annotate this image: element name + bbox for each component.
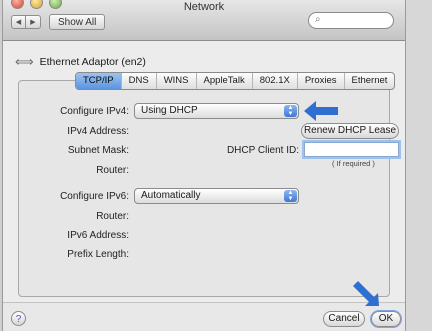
ipv6-address-label: IPv6 Address: [67,230,129,241]
search-icon: ⌕ [315,14,321,25]
cancel-button[interactable]: Cancel [323,311,365,327]
configure-ipv6-popup[interactable]: Automatically ▲ ▼ [134,188,299,204]
dhcp-client-id-label: DHCP Client ID: [226,145,299,156]
network-window: Network ◀ ▶ Show All ⌕ ⟺ Ethernet Adapto… [2,0,406,331]
configure-ipv6-label: Configure IPv6: [60,191,129,202]
renew-dhcp-lease-button[interactable]: Renew DHCP Lease [301,123,399,139]
tab-8021x[interactable]: 802.1X [253,73,298,89]
search-field[interactable]: ⌕ [308,12,394,29]
tab-proxies[interactable]: Proxies [298,73,345,89]
pointer-arrow-icon [353,281,379,306]
background-strip [406,0,432,331]
popup-updown-icon: ▲ ▼ [284,190,297,202]
title-bar: Network ◀ ▶ Show All ⌕ [3,0,405,41]
back-arrow-icon[interactable]: ◀ [11,15,26,29]
back-forward-arrows-icon[interactable]: ⟺ [15,54,34,70]
tab-ethernet[interactable]: Ethernet [345,73,395,89]
nav-buttons: ◀ ▶ [11,15,41,29]
tab-dns[interactable]: DNS [122,73,157,89]
tab-tcpip[interactable]: TCP/IP [76,73,122,89]
ok-button[interactable]: OK [371,311,401,327]
dhcp-client-id-field[interactable] [304,142,399,157]
subnet-mask-label: Subnet Mask: [67,145,129,156]
popup-updown-icon: ▲ ▼ [284,105,297,117]
configure-ipv6-value: Automatically [141,190,201,201]
configure-ipv4-label: Configure IPv4: [60,106,129,117]
configure-ipv4-popup[interactable]: Using DHCP ▲ ▼ [134,103,299,119]
show-all-button[interactable]: Show All [49,14,106,30]
pointer-arrow-icon [304,101,338,121]
tab-bar: TCP/IP DNS WINS AppleTalk 802.1X Proxies… [75,72,396,90]
ipv4-address-label: IPv4 Address: [67,126,129,137]
prefix-length-label: Prefix Length: [67,249,129,260]
help-icon[interactable]: ? [11,311,26,326]
client-id-hint: ( If required ) [332,159,375,168]
tab-wins[interactable]: WINS [157,73,197,89]
adaptor-header: ⟺ Ethernet Adaptor (en2) [15,54,146,70]
tab-appletalk[interactable]: AppleTalk [197,73,253,89]
ipv4-router-label: Router: [96,165,129,176]
ipv6-router-label: Router: [96,211,129,222]
forward-arrow-icon[interactable]: ▶ [26,15,41,29]
adaptor-label: Ethernet Adaptor (en2) [39,56,146,68]
configure-ipv4-value: Using DHCP [141,105,198,116]
